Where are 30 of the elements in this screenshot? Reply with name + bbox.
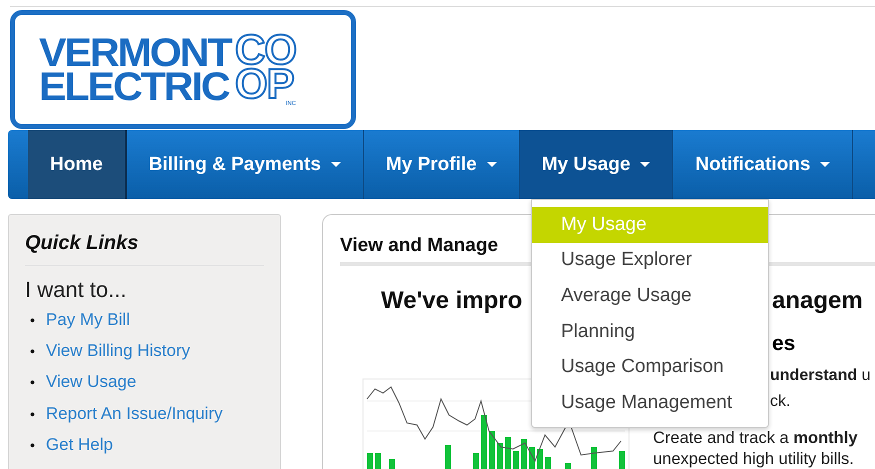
nav-tab[interactable]: Home bbox=[28, 130, 127, 199]
quick-link[interactable]: Pay My Bill bbox=[46, 309, 130, 340]
bullet-text: • bbox=[30, 404, 35, 424]
menu-item[interactable]: Usage Management bbox=[532, 384, 768, 421]
menu-item[interactable]: Planning bbox=[532, 314, 768, 350]
headline-text: We've impro bbox=[381, 287, 522, 315]
bullet-text: • bbox=[30, 342, 35, 362]
quick-link[interactable]: Report An Issue/Inquiry bbox=[46, 402, 223, 434]
quick-link[interactable]: View Usage bbox=[46, 371, 136, 403]
intro-text: I want to... bbox=[25, 277, 128, 303]
bullet-text: • bbox=[30, 373, 35, 392]
body-text: Create and track a monthly bbox=[653, 428, 858, 449]
nav-tab[interactable]: Billing & Payments bbox=[126, 130, 364, 199]
body-text: understand u bbox=[770, 366, 870, 386]
body-text: ck. bbox=[770, 392, 792, 412]
logo-mark-text: OP bbox=[235, 66, 294, 100]
subheading: es bbox=[772, 332, 796, 356]
quick-link[interactable]: Get Help bbox=[46, 434, 113, 465]
logo-text: ELECTRIC bbox=[39, 70, 230, 104]
bullet-text: • bbox=[30, 436, 35, 455]
bullet-text: • bbox=[30, 311, 35, 330]
nav-tab[interactable]: My Usage bbox=[520, 130, 674, 199]
menu-item[interactable]: Usage Comparison bbox=[532, 349, 768, 385]
panel-title: Quick Links bbox=[25, 232, 264, 266]
logo-mark-text: CO bbox=[235, 32, 296, 66]
logo-text: VERMONT bbox=[39, 36, 231, 70]
menu-item[interactable]: Average Usage bbox=[532, 278, 768, 314]
quick-link[interactable]: View Billing History bbox=[46, 340, 190, 372]
body-text: unexpected high utility bills. bbox=[653, 449, 855, 469]
headline-text: anagem bbox=[772, 287, 863, 315]
